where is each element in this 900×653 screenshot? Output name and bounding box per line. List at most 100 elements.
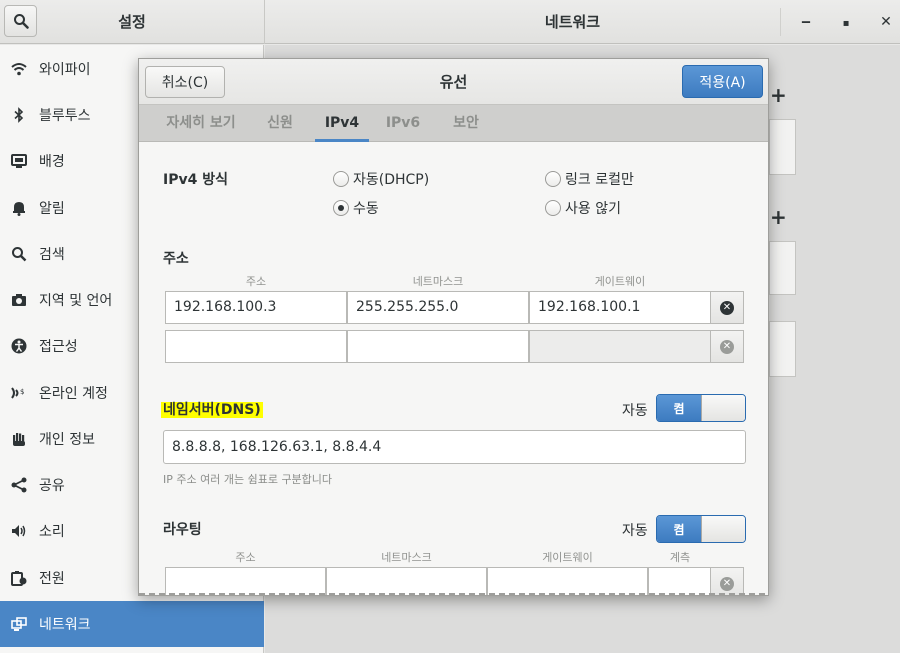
search-icon [13,14,29,29]
sidebar-item-label: 전원 [39,571,65,587]
route-gateway-field[interactable] [487,567,648,595]
gateway-field[interactable] [529,330,711,363]
tab-ipv4[interactable]: IPv4 [315,105,369,142]
radio-label: 수동 [353,201,379,217]
svg-text:$: $ [20,388,24,396]
sidebar-item-label: 네트워크 [39,617,91,633]
sidebar-item-label: 와이파이 [39,62,91,78]
delete-icon: ✕ [720,576,734,591]
dns-auto-label: 자동 [622,403,648,419]
search-icon [11,246,27,262]
netmask-field[interactable] [347,330,529,363]
switch-knob [701,395,745,421]
delete-route-button[interactable]: ✕ [710,567,744,595]
routes-auto-switch[interactable]: 켬 [656,515,746,543]
sidebar-item-label: 개인 정보 [39,432,95,448]
ipv4-settings: IPv4 방식 자동(DHCP) 링크 로컬만 수동 사용 않기 주소 주소 네… [139,143,768,595]
power-icon [11,570,27,586]
sidebar-item-label: 알림 [39,201,65,217]
sidebar-item-network[interactable]: 네트워크 [0,601,264,647]
dns-label: 네임서버(DNS) [161,399,263,419]
camera-icon [11,292,27,308]
maximize-button[interactable]: ▪ [836,12,856,32]
network-icon [11,616,27,632]
window-controls-divider [780,8,781,36]
radio-indicator [333,171,349,187]
column-header-netmask: 네트마스크 [381,551,432,564]
column-header-gateway: 게이트웨이 [542,551,593,564]
add-vpn-icon[interactable]: + [770,205,787,229]
gateway-field[interactable]: 192.168.100.1 [529,291,711,324]
route-netmask-field[interactable] [326,567,487,595]
dialog-tabs: 자세히 보기 신원 IPv4 IPv6 보안 [139,105,768,142]
ipv4-method-label: IPv4 방식 [163,172,228,188]
dialog-bottom-edge [139,593,768,595]
switch-on-label: 켬 [657,516,701,542]
sidebar-item-label: 접근성 [39,339,78,355]
switch-knob [701,516,745,542]
cancel-button[interactable]: 취소(C) [145,66,225,98]
minimize-icon: ‒ [801,14,811,30]
netmask-field[interactable]: 255.255.255.0 [347,291,529,324]
wired-card [769,119,796,175]
radio-label: 링크 로컬만 [565,172,634,188]
background-icon [11,153,27,169]
dns-hint: IP 주소 여러 개는 쉼표로 구분합니다 [163,473,333,486]
hand-icon [11,431,27,447]
minimize-button[interactable]: ‒ [796,12,816,32]
radio-label: 사용 않기 [565,201,621,217]
bluetooth-icon [11,107,27,123]
close-icon: ✕ [880,14,892,30]
wired-settings-dialog: 유선 취소(C) 적용(A) 자세히 보기 신원 IPv4 IPv6 보안 IP… [138,58,769,596]
bell-icon [11,200,27,216]
dns-input[interactable]: 8.8.8.8, 168.126.63.1, 8.8.4.4 [163,430,746,464]
radio-link-local[interactable]: 링크 로컬만 [545,169,634,189]
column-header-netmask: 네트마스크 [412,275,464,288]
close-button[interactable]: ✕ [876,12,896,32]
delete-address-button[interactable]: ✕ [710,291,744,324]
route-metric-field[interactable] [648,567,711,595]
switch-on-label: 켬 [657,395,701,421]
sidebar-item-label: 소리 [39,524,65,540]
add-icon[interactable]: + [770,83,787,107]
route-address-field[interactable] [165,567,326,595]
share-icon [11,477,27,493]
radio-indicator [545,171,561,187]
dialog-title: 유선 [439,73,468,91]
apply-button[interactable]: 적용(A) [682,65,763,98]
radio-indicator-selected [333,200,349,216]
radio-label: 자동(DHCP) [353,172,430,188]
wifi-icon [11,61,27,77]
dialog-header: 유선 취소(C) 적용(A) [139,59,768,105]
sidebar-item-label: 온라인 계정 [39,386,108,402]
dns-label-text: 네임서버(DNS) [161,402,263,418]
sidebar-item-label: 지역 및 언어 [39,293,113,309]
column-header-gateway: 게이트웨이 [594,275,646,288]
maximize-icon: ▪ [842,18,850,29]
vpn-card [769,241,796,295]
delete-icon: ✕ [720,300,734,315]
address-field[interactable]: 192.168.100.3 [165,291,347,324]
radio-indicator [545,200,561,216]
header-bar: 설정 네트워크 ‒ ▪ ✕ [0,0,900,44]
tab-identity[interactable]: 신원 [257,105,303,142]
tab-details[interactable]: 자세히 보기 [149,105,253,142]
column-header-address: 주소 [235,551,256,564]
accessibility-icon [11,338,27,354]
tab-security[interactable]: 보안 [443,105,489,142]
search-button[interactable] [4,5,37,37]
radio-auto-dhcp[interactable]: 자동(DHCP) [333,169,429,189]
radio-disabled[interactable]: 사용 않기 [545,198,621,218]
dns-auto-switch[interactable]: 켬 [656,394,746,422]
sidebar-item-label: 공유 [39,478,65,494]
address-section-label: 주소 [163,251,189,267]
speaker-icon [11,523,27,539]
radio-manual[interactable]: 수동 [333,198,379,218]
sidebar-title: 설정 [118,13,146,31]
address-field[interactable] [165,330,347,363]
delete-address-button[interactable]: ✕ [710,330,744,363]
sidebar-item-label: 검색 [39,247,65,263]
sidebar-item-label: 배경 [39,154,65,170]
column-header-metric: 계측 [669,551,691,564]
tab-ipv6[interactable]: IPv6 [379,105,427,142]
